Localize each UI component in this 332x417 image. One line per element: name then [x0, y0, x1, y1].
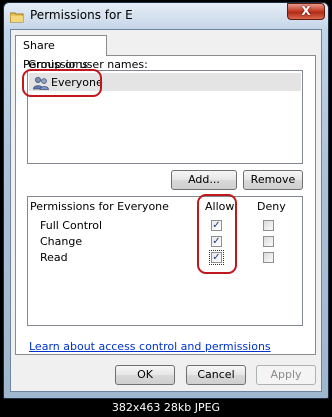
ok-button[interactable]: OK [115, 365, 175, 385]
image-caption: 382x463 28kb JPEG [111, 401, 221, 414]
permission-row-label: Change [40, 235, 83, 248]
users-icon [33, 75, 49, 90]
permissions-label: Permissions for Everyone [30, 200, 169, 213]
permission-row-label: Read [40, 251, 68, 264]
window-title: Permissions for E [30, 8, 133, 22]
screenshot: Permissions for E X Share Permissions Gr… [0, 0, 332, 417]
permissions-list [27, 196, 303, 326]
deny-checkbox[interactable] [263, 252, 274, 263]
folder-icon [9, 8, 24, 23]
cancel-button[interactable]: Cancel [186, 365, 246, 385]
allow-checkbox[interactable]: ✓ [211, 236, 222, 247]
close-button[interactable]: X [287, 3, 325, 20]
allow-column-header: Allow [205, 200, 235, 213]
learn-more-link[interactable]: Learn about access control and permissio… [29, 340, 271, 353]
apply-button[interactable]: Apply [256, 365, 316, 385]
deny-column-header: Deny [257, 200, 286, 213]
deny-checkbox[interactable] [263, 220, 274, 231]
allow-checkbox[interactable]: ✓ [211, 220, 222, 231]
permission-row-label: Full Control [40, 219, 103, 232]
allow-checkbox[interactable]: ✓ [209, 250, 224, 265]
deny-checkbox[interactable] [263, 236, 274, 247]
user-name: Everyone [51, 76, 103, 89]
remove-button[interactable]: Remove [243, 170, 303, 190]
add-button[interactable]: Add... [171, 170, 237, 190]
tab-share-permissions[interactable]: Share Permissions [15, 35, 107, 71]
